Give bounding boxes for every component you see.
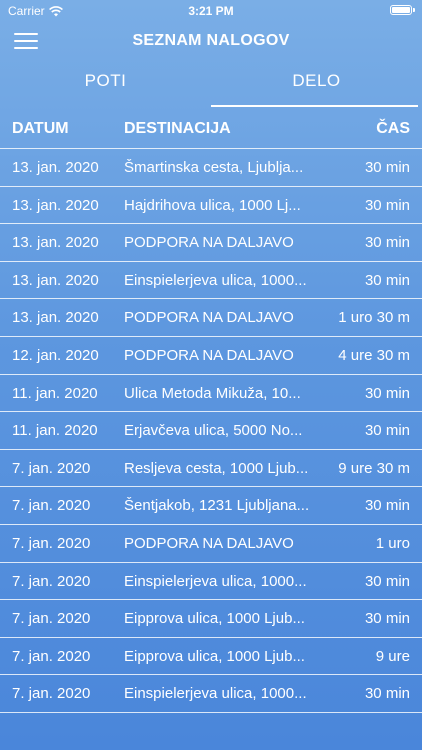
row-duration: 30 min (364, 234, 410, 252)
row-duration: 30 min (364, 572, 410, 590)
row-date: 7. jan. 2020 (12, 572, 91, 590)
header-time: ČAS (376, 120, 410, 137)
row-destination: Šmartinska cesta, Ljublja... (124, 159, 304, 176)
row-destination: PODPORA NA DALJAVO (124, 534, 294, 552)
status-time: 3:21 PM (188, 4, 234, 18)
row-date: 11. jan. 2020 (12, 422, 98, 440)
header-date: DATUM (12, 120, 69, 137)
row-date: 13. jan. 2020 (12, 234, 99, 252)
table-row[interactable]: 7. jan. 2020 Einspielerjeva ulica, 1000..… (0, 563, 422, 601)
row-destination: Ulica Metoda Mikuža, 10... (124, 384, 301, 402)
table-row[interactable]: 13. jan. 2020 Hajdrihova ulica, 1000 Lj..… (0, 187, 422, 225)
table-row[interactable]: 13. jan. 2020 Einspielerjeva ulica, 1000.… (0, 262, 422, 300)
active-tab-indicator (211, 105, 418, 107)
row-date: 13. jan. 2020 (12, 271, 99, 289)
row-date: 11. jan. 2020 (12, 384, 98, 402)
row-duration: 30 min (364, 196, 410, 214)
row-duration: 30 min (364, 384, 410, 402)
row-date: 13. jan. 2020 (12, 159, 99, 176)
row-duration: 30 min (364, 422, 410, 440)
row-duration: 30 min (364, 159, 410, 176)
row-duration: 30 min (364, 497, 410, 515)
row-duration: 1 uro 30 m (338, 309, 410, 327)
row-destination: Einspielerjeva ulica, 1000... (124, 572, 307, 590)
row-destination: Šentjakob, 1231 Ljubljana... (124, 497, 310, 515)
row-duration: 30 min (364, 685, 410, 703)
row-destination: Erjavčeva ulica, 5000 No... (124, 422, 303, 440)
table-header: DATUM DESTINACIJA ČAS (0, 112, 422, 148)
row-destination: Hajdrihova ulica, 1000 Lj... (124, 196, 301, 214)
row-duration: 30 min (364, 271, 410, 289)
row-date: 13. jan. 2020 (12, 309, 99, 327)
table-row[interactable]: 11. jan. 2020 Ulica Metoda Mikuža, 10... 3… (0, 375, 422, 413)
row-date: 13. jan. 2020 (12, 196, 99, 214)
table-row[interactable]: 7. jan. 2020 Eipprova ulica, 1000 Ljub...… (0, 638, 422, 676)
table-row[interactable]: 13. jan. 2020 Šmartinska cesta, Ljublja..… (0, 149, 422, 187)
tab-poti[interactable]: POTI (0, 64, 211, 106)
row-destination: Resljeva cesta, 1000 Ljub... (124, 459, 309, 477)
row-date: 7. jan. 2020 (12, 534, 91, 552)
tab-bar: POTI DELO (0, 64, 422, 108)
task-list: 13. jan. 2020 Šmartinska cesta, Ljublja..… (0, 149, 422, 713)
header-destination: DESTINACIJA (124, 120, 231, 137)
row-destination: Eipprova ulica, 1000 Ljub... (124, 647, 305, 665)
table-row[interactable]: 7. jan. 2020 Einspielerjeva ulica, 1000..… (0, 675, 422, 713)
row-date: 7. jan. 2020 (12, 497, 91, 515)
row-date: 7. jan. 2020 (12, 459, 91, 477)
row-date: 7. jan. 2020 (12, 685, 91, 703)
status-bar: Carrier 3:21 PM (0, 0, 422, 22)
row-duration: 9 ure 30 m (338, 459, 410, 477)
table-row[interactable]: 7. jan. 2020 Eipprova ulica, 1000 Ljub...… (0, 600, 422, 638)
page-title: SEZNAM NALOGOV (132, 32, 290, 49)
table-row[interactable]: 7. jan. 2020 PODPORA NA DALJAVO 1 uro (0, 525, 422, 563)
table-row[interactable]: 12. jan. 2020 PODPORA NA DALJAVO 4 ure 30 … (0, 337, 422, 375)
tab-delo[interactable]: DELO (211, 64, 422, 106)
row-date: 7. jan. 2020 (12, 647, 91, 665)
row-date: 12. jan. 2020 (12, 346, 99, 364)
table-row[interactable]: 13. jan. 2020 PODPORA NA DALJAVO 1 uro 30 … (0, 299, 422, 337)
table-row[interactable]: 7. jan. 2020 Resljeva cesta, 1000 Ljub...… (0, 450, 422, 488)
row-date: 7. jan. 2020 (12, 610, 91, 628)
row-duration: 4 ure 30 m (338, 346, 410, 364)
row-destination: PODPORA NA DALJAVO (124, 234, 294, 252)
row-destination: PODPORA NA DALJAVO (124, 346, 294, 364)
table-row[interactable]: 7. jan. 2020 Šentjakob, 1231 Ljubljana...… (0, 487, 422, 525)
row-duration: 30 min (364, 610, 410, 628)
table-row[interactable]: 13. jan. 2020 PODPORA NA DALJAVO 30 min (0, 224, 422, 262)
battery-icon (390, 5, 415, 15)
row-destination: Einspielerjeva ulica, 1000... (124, 271, 307, 289)
row-destination: Einspielerjeva ulica, 1000... (124, 685, 307, 703)
row-duration: 9 ure (375, 647, 410, 665)
row-destination: PODPORA NA DALJAVO (124, 309, 294, 327)
navigation-bar: SEZNAM NALOGOV (0, 22, 422, 62)
row-duration: 1 uro (375, 534, 410, 552)
table-row[interactable]: 11. jan. 2020 Erjavčeva ulica, 5000 No...… (0, 412, 422, 450)
row-destination: Eipprova ulica, 1000 Ljub... (124, 610, 305, 628)
